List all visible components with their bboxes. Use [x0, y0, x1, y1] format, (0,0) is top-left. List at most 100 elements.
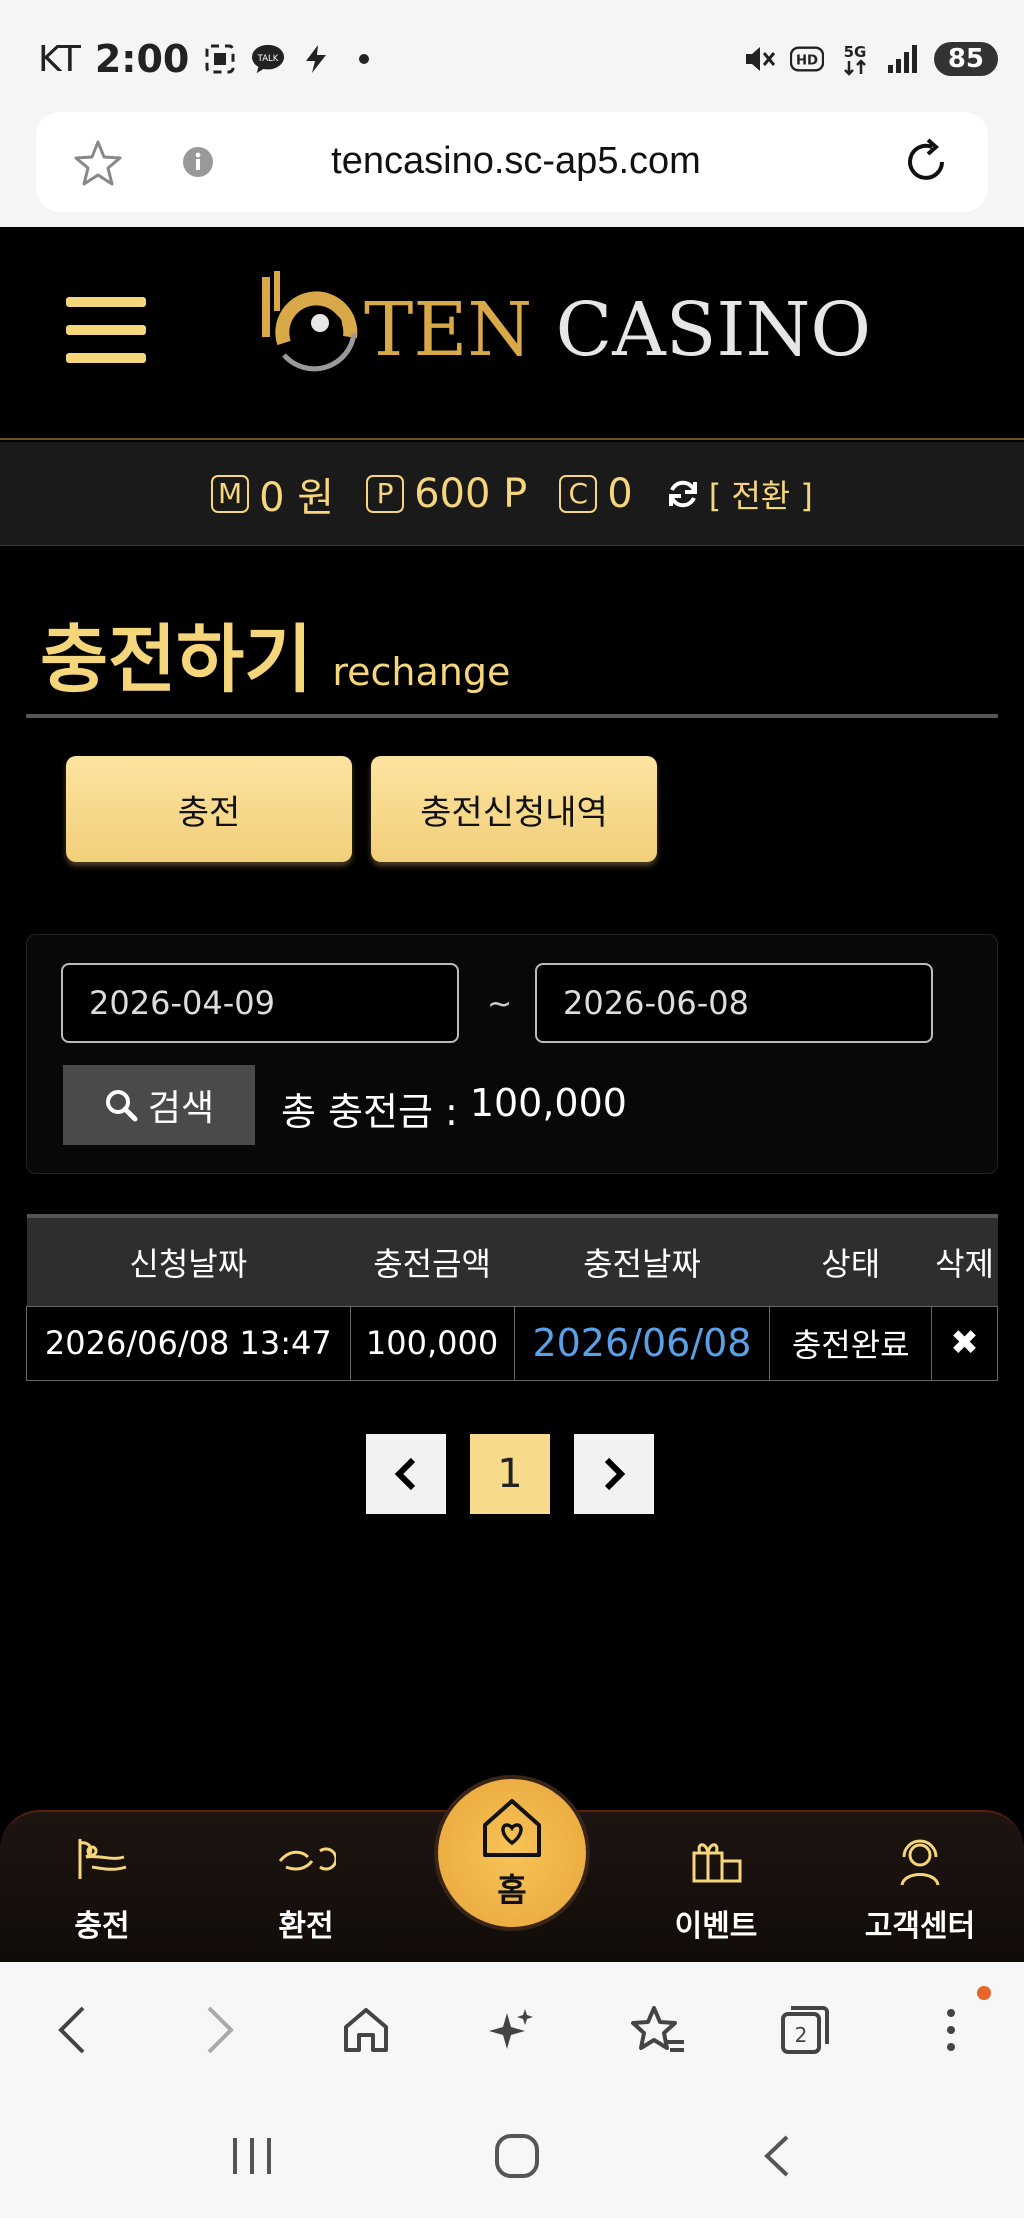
site-info-icon[interactable] [182, 146, 214, 182]
flash-icon [299, 42, 333, 76]
point-value: 600 P [414, 470, 528, 517]
nav-exchange[interactable]: 환전 [226, 1812, 386, 1964]
recents-icon [233, 2138, 272, 2174]
bookmarks-button[interactable] [628, 2000, 688, 2060]
total-value: 100,000 [469, 1081, 627, 1125]
nav-charge-label: 충전 [74, 1909, 130, 1944]
tab-charge[interactable]: 충전 [66, 756, 352, 862]
prev-page-button[interactable] [366, 1434, 446, 1514]
nav-exchange-label: 환전 [278, 1909, 334, 1944]
url-text[interactable]: tencasino.sc-ap5.com [216, 140, 816, 183]
switch-label: [ 전환 ] [708, 476, 813, 515]
coin-badge-icon: C [559, 474, 598, 513]
svg-text:TALK: TALK [257, 54, 279, 64]
svg-text:HD: HD [796, 54, 818, 69]
carrier: KT [38, 38, 81, 80]
ai-assistant-button[interactable] [482, 2000, 542, 2060]
switch-button[interactable]: [ 전환 ] [665, 471, 813, 517]
reload-icon[interactable] [898, 134, 954, 194]
star-list-icon [631, 2006, 685, 2052]
search-panel: ~ 검색 총 충전금 : 100,000 [26, 934, 998, 1174]
start-date-input[interactable] [61, 963, 459, 1043]
charge-history-table: 신청날짜 충전금액 충전날짜 상태 삭제 2026/06/08 13:47 10… [26, 1214, 998, 1381]
back-chevron-icon [763, 2135, 789, 2177]
date-separator: ~ [487, 987, 513, 1022]
total-label: 총 충전금 : [281, 1090, 458, 1134]
home-page-button[interactable] [336, 2000, 396, 2060]
sparkle-icon [488, 2009, 533, 2049]
search-icon [105, 1090, 138, 1122]
header-request-date: 신청날짜 [129, 1244, 248, 1283]
nav-event[interactable]: 이벤트 [636, 1812, 796, 1964]
system-nav-bar [0, 2098, 1024, 2218]
chevron-left-icon [394, 1457, 416, 1491]
point-balance: P 600 P [366, 471, 527, 517]
page-title: 충전하기 rechange [40, 600, 510, 707]
search-button[interactable]: 검색 [63, 1065, 255, 1145]
chevron-left-icon [58, 2006, 85, 2054]
cell-status: 충전완료 [769, 1305, 933, 1381]
nav-home-label: 홈 [497, 1871, 527, 1909]
money-balance: M 0 원 [211, 465, 334, 523]
logo-casino: CASINO [555, 287, 872, 373]
pagination: 1 [366, 1434, 654, 1514]
title-divider [26, 714, 998, 718]
home-button[interactable]: 홈 [434, 1775, 590, 1931]
page-1-button[interactable]: 1 [470, 1434, 550, 1514]
status-bar: KT 2:00 TALK HD 5G 85 [0, 0, 1024, 112]
forward-button[interactable] [189, 2000, 249, 2060]
back-button[interactable] [43, 2000, 103, 2060]
nav-event-label: 이벤트 [674, 1909, 758, 1944]
recent-apps-button[interactable] [227, 2134, 277, 2182]
address-bar[interactable]: tencasino.sc-ap5.com [36, 112, 988, 212]
logo-ten: TEN [364, 287, 533, 373]
svg-text:5G: 5G [843, 43, 866, 61]
mute-icon [742, 42, 776, 76]
5g-icon: 5G [838, 42, 872, 76]
ten-casino-logo[interactable]: TEN CASINO [254, 263, 871, 383]
tabs-button[interactable]: 2 [775, 2000, 835, 2060]
header-status: 상태 [821, 1244, 881, 1283]
cell-request-date: 2026/06/08 13:47 [26, 1305, 351, 1381]
nav-home[interactable]: 홈 [434, 1775, 590, 1951]
end-date-input[interactable] [535, 963, 933, 1043]
delete-icon[interactable]: ✖ [931, 1305, 998, 1381]
system-back-button[interactable] [757, 2131, 797, 2185]
notification-dot [976, 1986, 991, 2000]
chevron-right-icon [604, 1457, 626, 1491]
next-page-button[interactable] [574, 1434, 654, 1514]
charge-hand-icon [78, 1839, 127, 1879]
system-home-button[interactable] [492, 2131, 542, 2185]
page-title-en: rechange [332, 650, 511, 694]
more-menu-button[interactable] [921, 1986, 991, 2060]
status-left: KT 2:00 TALK [38, 34, 381, 84]
signal-icon [886, 42, 920, 76]
chevron-right-icon [208, 2006, 235, 2054]
coin-value: 0 [607, 470, 633, 517]
home-square-icon [494, 2134, 539, 2178]
menu-icon[interactable] [66, 297, 146, 367]
cell-charge-date[interactable]: 2026/06/08 [513, 1305, 771, 1381]
battery-level: 85 [933, 42, 998, 76]
headset-icon [900, 1839, 940, 1886]
money-value: 0 원 [259, 474, 335, 521]
tabs-icon: 2 [780, 2006, 829, 2054]
point-badge-icon: P [366, 474, 405, 513]
logo-emblem-icon [262, 271, 358, 372]
refresh-icon [668, 480, 697, 507]
site-header: TEN CASINO [0, 227, 1024, 440]
header-charge-date: 충전날짜 [583, 1244, 701, 1283]
search-button-label: 검색 [147, 1087, 215, 1128]
total-charge: 총 충전금 : 100,000 [281, 1081, 627, 1136]
browser-toolbar: tencasino.sc-ap5.com [0, 112, 1024, 227]
nav-support[interactable]: 고객센터 [840, 1812, 1000, 1964]
nav-charge[interactable]: 충전 [22, 1812, 182, 1964]
tab-charge-history[interactable]: 충전신청내역 [371, 756, 657, 862]
logo-wordmark: TEN CASINO [364, 287, 871, 373]
clock: 2:00 [94, 37, 190, 81]
bookmark-star-icon[interactable] [72, 138, 124, 194]
gift-icon [692, 1843, 742, 1883]
table-header-row: 신청날짜 충전금액 충전날짜 상태 삭제 [26, 1216, 998, 1306]
exchange-hand-icon [278, 1847, 336, 1871]
header-amount: 충전금액 [373, 1244, 491, 1283]
